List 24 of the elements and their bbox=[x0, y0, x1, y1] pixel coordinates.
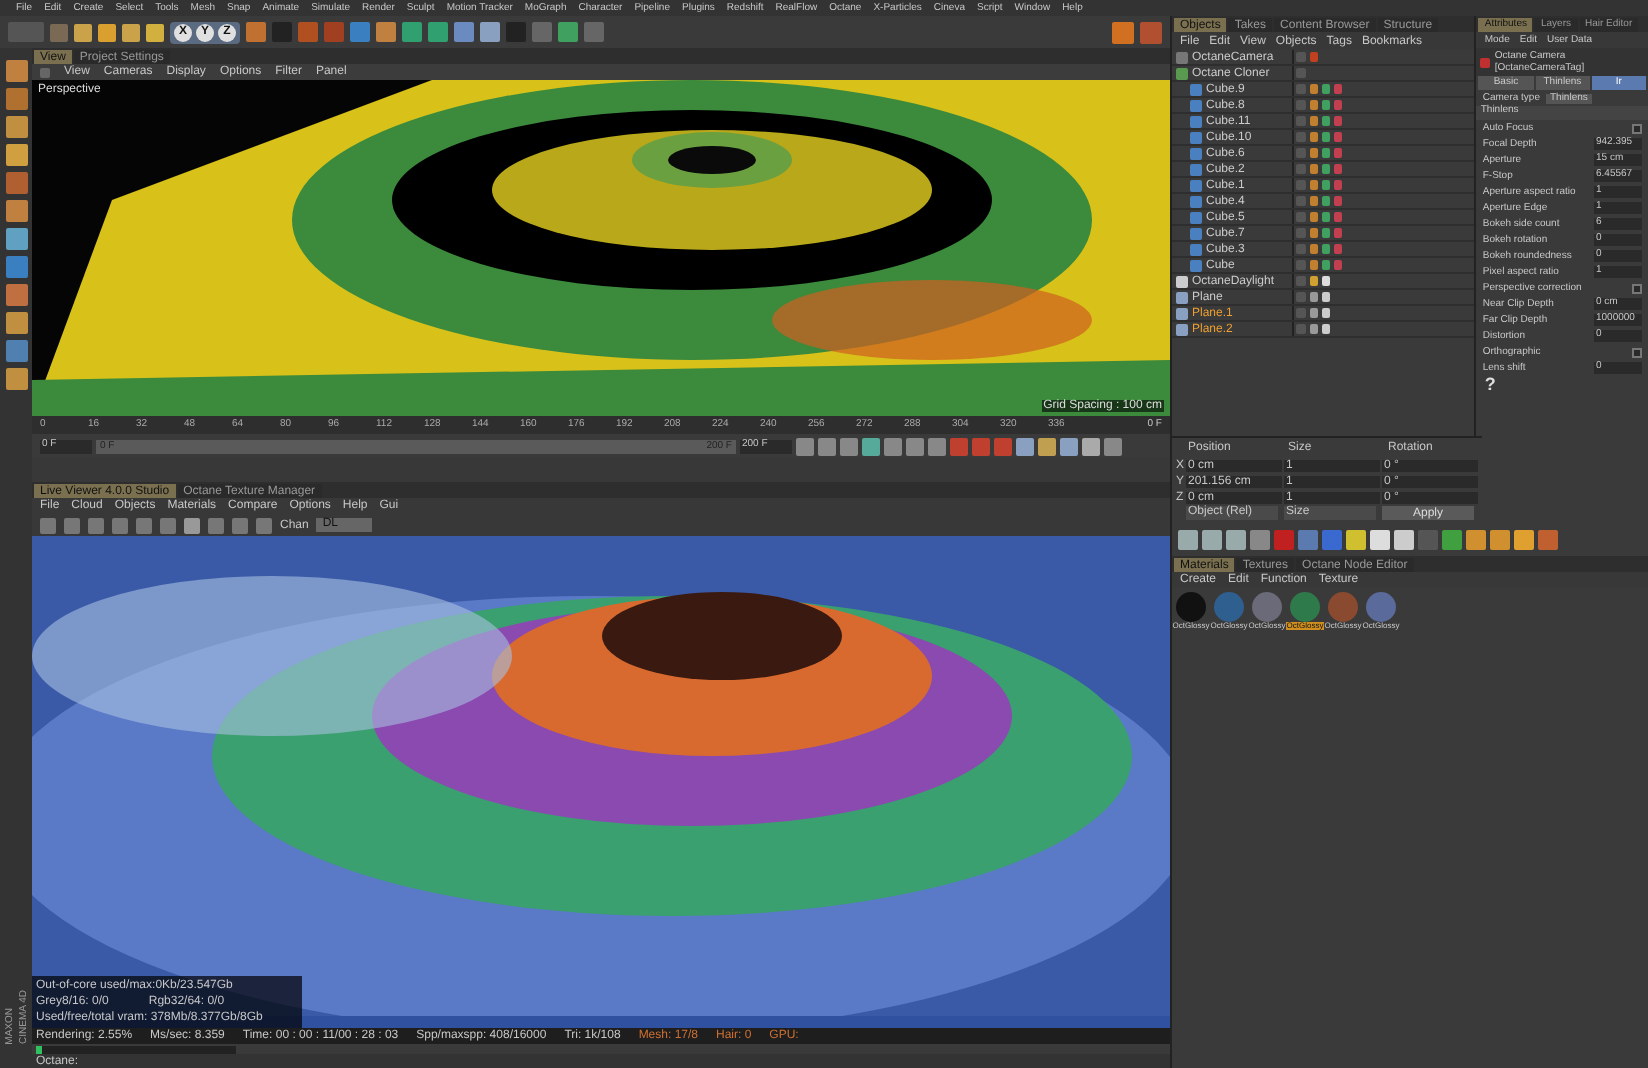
material-swatch[interactable] bbox=[1366, 592, 1396, 622]
palette-tool-icon[interactable] bbox=[5, 88, 27, 110]
palette-tool-icon[interactable] bbox=[5, 228, 27, 250]
checkbox[interactable] bbox=[1632, 283, 1642, 293]
palette-tool-icon[interactable] bbox=[5, 340, 27, 362]
palette-tool-icon[interactable] bbox=[5, 368, 27, 390]
palette-tool-icon[interactable] bbox=[5, 144, 27, 166]
material-swatch[interactable] bbox=[1176, 592, 1206, 622]
palette-tool-icon[interactable] bbox=[5, 200, 27, 222]
palette-tool-icon[interactable] bbox=[5, 256, 27, 278]
tag-icon[interactable] bbox=[1310, 52, 1318, 62]
checkbox[interactable] bbox=[1632, 123, 1642, 133]
material-swatch[interactable] bbox=[1214, 592, 1244, 622]
material-swatch[interactable] bbox=[1328, 592, 1358, 622]
material-swatch[interactable] bbox=[1252, 592, 1282, 622]
viewport-menu-icon[interactable] bbox=[40, 67, 50, 77]
palette-tool-icon[interactable] bbox=[5, 116, 27, 138]
palette-tool-icon[interactable] bbox=[5, 312, 27, 334]
palette-tool-icon[interactable] bbox=[5, 60, 27, 82]
palette-tool-icon[interactable] bbox=[5, 284, 27, 306]
help-text[interactable]: ? bbox=[1476, 376, 1648, 394]
palette-tool-icon[interactable] bbox=[5, 172, 27, 194]
checkbox[interactable] bbox=[1632, 347, 1642, 357]
material-swatch[interactable] bbox=[1290, 592, 1320, 622]
